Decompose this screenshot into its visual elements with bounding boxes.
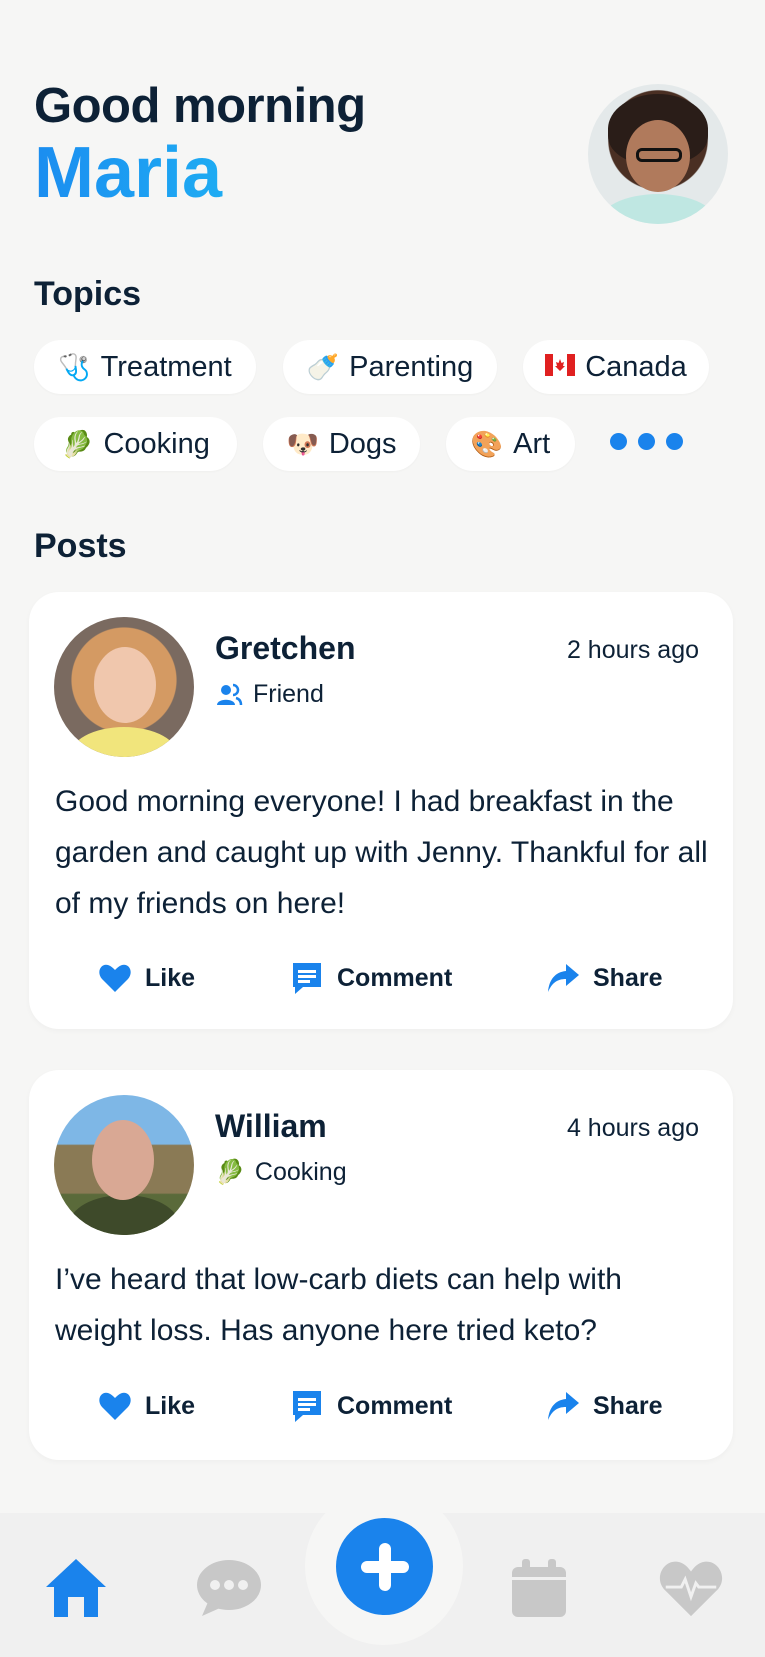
more-dots-icon[interactable] xyxy=(610,433,683,450)
like-button[interactable]: Like xyxy=(97,1388,195,1424)
topic-chip-treatment[interactable]: 🩺 Treatment xyxy=(34,340,256,394)
heart-icon xyxy=(99,964,131,992)
topics-title: Topics xyxy=(34,275,142,313)
post-tag-label: Friend xyxy=(253,680,324,708)
canada-flag-icon xyxy=(545,354,576,380)
topic-label: Art xyxy=(513,427,551,460)
dog-face-icon: 🐶 xyxy=(286,429,319,459)
share-button[interactable]: Share xyxy=(545,1388,662,1424)
share-label: Share xyxy=(593,963,663,992)
comment-button[interactable]: Comment xyxy=(289,960,452,996)
chat-icon[interactable] xyxy=(196,1555,262,1621)
post-author[interactable]: Gretchen xyxy=(215,630,355,667)
add-button[interactable] xyxy=(336,1518,433,1615)
avatar[interactable] xyxy=(54,617,194,757)
post-tag-label: Cooking xyxy=(254,1158,347,1186)
post-actions: Like Comment Share xyxy=(29,960,733,1000)
profile-avatar[interactable] xyxy=(588,84,728,224)
artist-palette-icon: 🎨 xyxy=(470,429,504,459)
share-label: Share xyxy=(593,1391,663,1420)
like-button[interactable]: Like xyxy=(97,960,195,996)
header: Good morning Maria xyxy=(34,79,366,212)
topic-label: Cooking xyxy=(103,427,210,460)
post-card: William 🥬 Cooking 4 hours ago I’ve heard… xyxy=(29,1070,733,1460)
topic-chip-parenting[interactable]: 🍼 Parenting xyxy=(283,340,497,394)
post-text: Good morning everyone! I had breakfast i… xyxy=(55,785,708,920)
comment-icon xyxy=(293,963,321,994)
topic-label: Canada xyxy=(585,350,687,383)
comment-button[interactable]: Comment xyxy=(289,1388,452,1424)
topic-chip-cooking[interactable]: 🥬 Cooking xyxy=(34,417,237,471)
leafy-green-icon: 🥬 xyxy=(215,1159,245,1186)
post-tag: Friend xyxy=(215,680,324,709)
topic-label: Treatment xyxy=(100,350,232,383)
topic-label: Parenting xyxy=(349,350,474,383)
post-author[interactable]: William xyxy=(215,1108,327,1145)
like-label: Like xyxy=(145,1391,196,1420)
home-icon[interactable] xyxy=(43,1555,109,1621)
greeting-text: Good morning xyxy=(34,79,366,133)
share-icon xyxy=(548,964,579,992)
like-label: Like xyxy=(145,963,196,992)
stethoscope-icon: 🩺 xyxy=(58,352,91,382)
add-icon xyxy=(360,1542,409,1591)
leafy-green-icon: 🥬 xyxy=(61,429,94,459)
heart-icon xyxy=(99,1392,131,1420)
share-button[interactable]: Share xyxy=(545,960,662,996)
post-actions: Like Comment Share xyxy=(29,1388,733,1428)
topic-chip-art[interactable]: 🎨 Art xyxy=(446,417,575,471)
post-text: I’ve heard that low-carb diets can help … xyxy=(55,1263,622,1347)
topic-label: Dogs xyxy=(328,427,397,460)
health-heart-icon[interactable] xyxy=(658,1555,724,1621)
topic-chip-canada[interactable]: Canada xyxy=(523,340,709,394)
baby-bottle-icon: 🍼 xyxy=(306,352,340,382)
post-card: Gretchen Friend 2 hours ago Good morning… xyxy=(29,592,733,1029)
post-time: 4 hours ago xyxy=(566,1114,699,1142)
posts-title: Posts xyxy=(34,527,127,565)
calendar-icon[interactable] xyxy=(506,1555,572,1621)
share-icon xyxy=(548,1392,579,1420)
avatar[interactable] xyxy=(54,1095,194,1235)
comment-icon xyxy=(293,1391,321,1422)
comment-label: Comment xyxy=(337,963,453,992)
topic-chip-dogs[interactable]: 🐶 Dogs xyxy=(263,417,420,471)
post-time: 2 hours ago xyxy=(566,636,699,664)
post-tag: 🥬 Cooking xyxy=(215,1158,347,1187)
friend-icon xyxy=(217,683,243,705)
comment-label: Comment xyxy=(337,1391,453,1420)
user-name: Maria xyxy=(34,135,366,212)
